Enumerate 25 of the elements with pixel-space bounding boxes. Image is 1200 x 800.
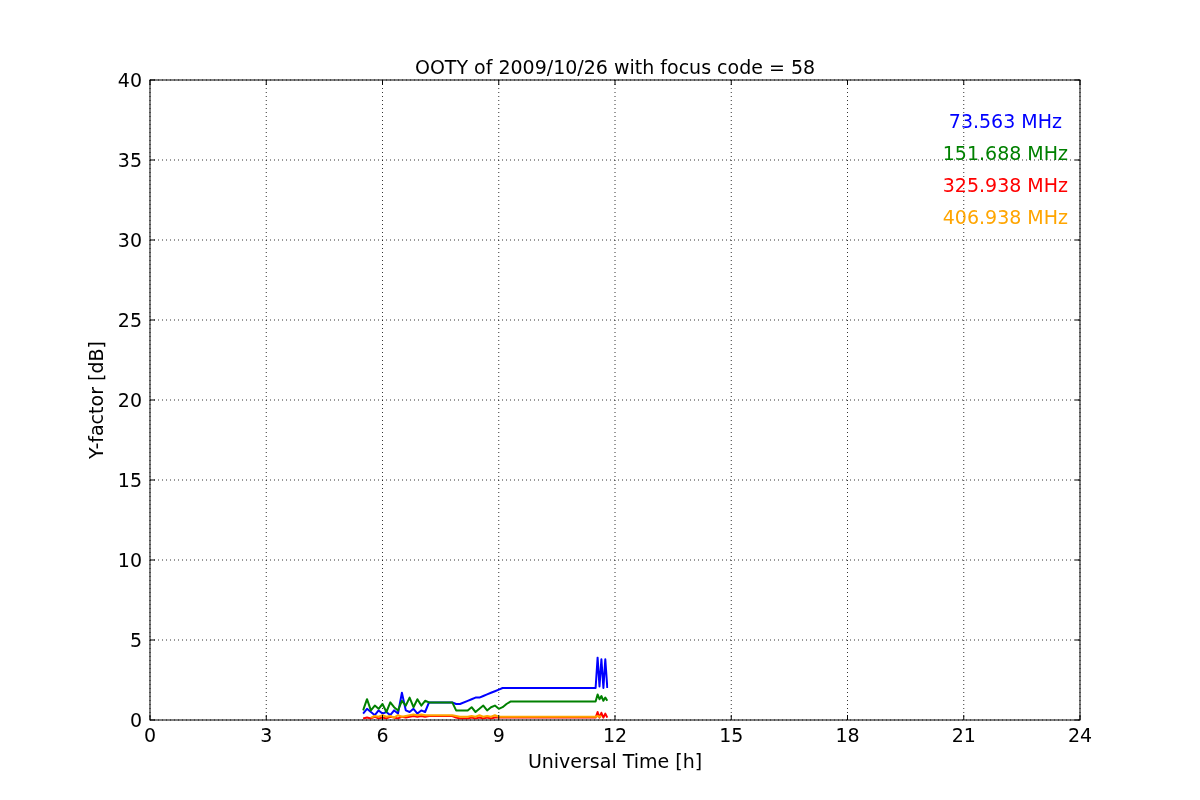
tick-label: 40 xyxy=(117,69,142,91)
tick-label: 15 xyxy=(719,724,744,746)
tick-label: 24 xyxy=(1067,724,1093,746)
legend-label: 406.938 MHz xyxy=(942,206,1068,228)
legend-label: 73.563 MHz xyxy=(948,110,1062,132)
tick-label: 6 xyxy=(376,724,389,746)
tick-label: 9 xyxy=(492,724,505,746)
tick-label: 35 xyxy=(117,149,142,171)
chart-title: OOTY of 2009/10/26 with focus code = 58 xyxy=(414,56,816,78)
tick-label: 18 xyxy=(835,724,860,746)
tick-label: 21 xyxy=(951,724,976,746)
tick-label: 20 xyxy=(117,389,142,411)
axis-label: Y-factor [dB] xyxy=(85,341,107,459)
tick-label: 5 xyxy=(129,629,142,651)
tick-label: 12 xyxy=(602,724,628,746)
tick-label: 10 xyxy=(117,549,142,571)
legend-label: 325.938 MHz xyxy=(942,174,1068,196)
axis-label: Universal Time [h] xyxy=(527,750,703,772)
tick-label: 15 xyxy=(117,469,142,491)
tick-label: 0 xyxy=(129,709,142,731)
legend-label: 151.688 MHz xyxy=(942,142,1068,164)
tick-label: 0 xyxy=(143,724,157,746)
tick-label: 25 xyxy=(117,309,142,331)
tick-label: 30 xyxy=(117,229,142,251)
tick-label: 3 xyxy=(260,724,273,746)
